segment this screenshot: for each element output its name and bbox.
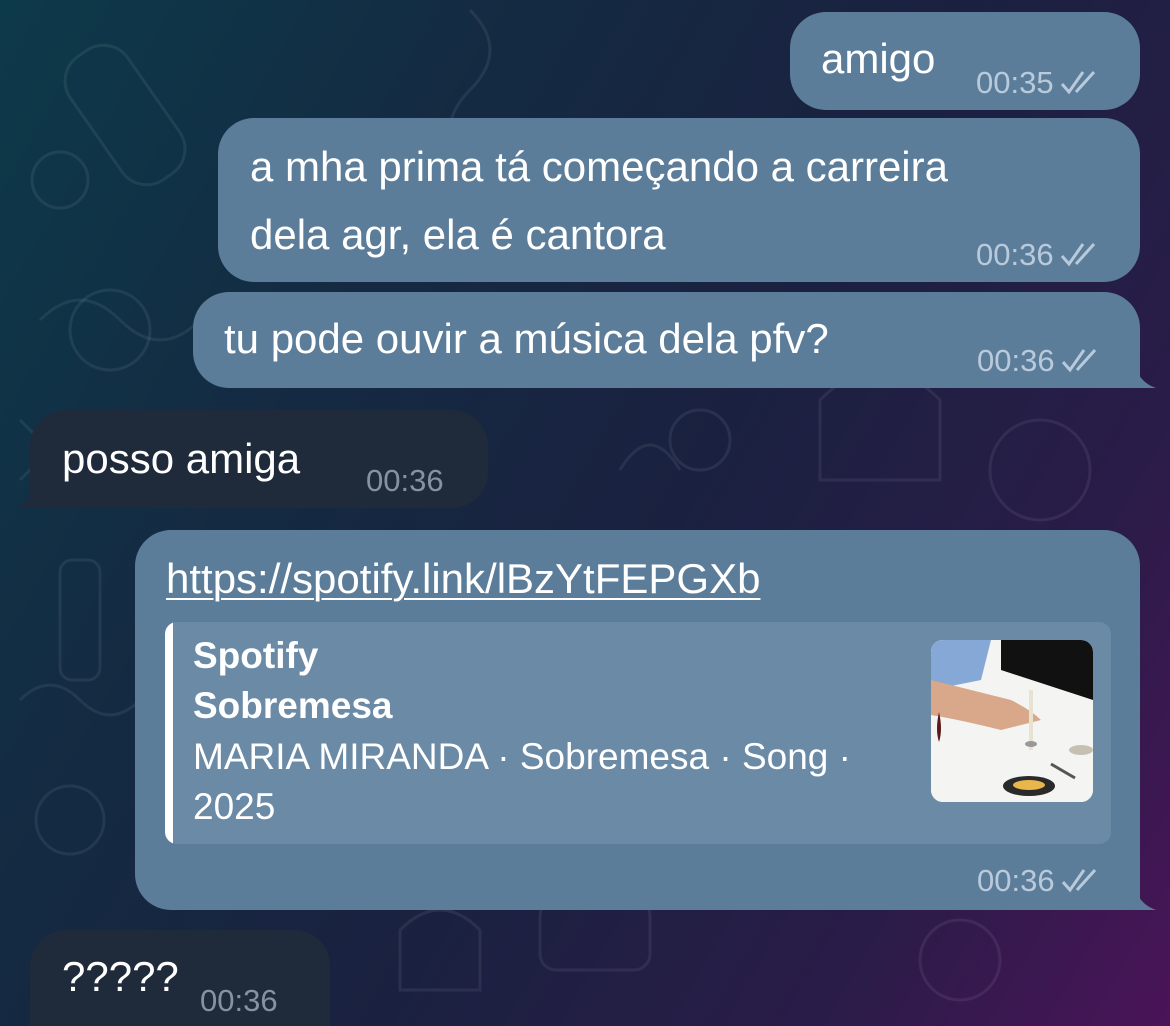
message-time: 00:36 [200,976,278,1026]
message-timestamp: 00:36 [976,237,1054,272]
preview-accent-bar [165,622,173,844]
message-text-line: a mha prima tá começando a carreira [250,143,948,190]
message-text: posso amiga [62,435,301,482]
message-time: 00:36 [366,456,444,506]
message-timestamp: 00:36 [200,983,278,1018]
message-time: 00:36 [977,856,1105,906]
message-link[interactable]: https://spotify.link/lBzYtFEPGXb [166,548,760,610]
album-cover-image[interactable] [931,640,1093,802]
incoming-message-bubble[interactable]: posso amiga 00:36 [30,410,488,508]
preview-title: Sobremesa [193,685,393,726]
incoming-message-bubble[interactable]: ????? 00:36 [30,930,330,1026]
message-timestamp: 00:35 [976,65,1054,100]
message-time: 00:36 [976,230,1104,280]
message-timestamp: 00:36 [977,863,1055,898]
bubble-tail [1134,884,1156,910]
message-text-line: dela agr, ela é cantora [250,211,666,258]
message-timestamp: 00:36 [977,343,1055,378]
bubble-tail [1134,362,1156,388]
outgoing-link-message-bubble[interactable]: https://spotify.link/lBzYtFEPGXb Spotify… [135,530,1140,910]
outgoing-message-bubble[interactable]: tu pode ouvir a música dela pfv? 00:36 [193,292,1140,388]
double-check-icon [1060,242,1095,267]
link-preview-card[interactable]: Spotify Sobremesa MARIA MIRANDA · Sobrem… [165,622,1111,844]
double-check-icon [1061,348,1096,373]
double-check-icon [1060,70,1095,95]
preview-description: MARIA MIRANDA · Sobremesa · Song · 2025 [193,736,851,827]
message-time: 00:35 [976,58,1104,108]
outgoing-message-bubble[interactable]: a mha prima tá começando a carreira dela… [218,118,1140,282]
message-timestamp: 00:36 [366,463,444,498]
message-time: 00:36 [977,336,1105,386]
preview-site-name: Spotify [193,635,319,676]
message-text: ????? [62,953,179,1000]
double-check-icon [1061,868,1096,893]
message-text: tu pode ouvir a música dela pfv? [224,315,829,362]
message-text: amigo [821,35,936,82]
outgoing-message-bubble[interactable]: amigo 00:35 [790,12,1140,110]
